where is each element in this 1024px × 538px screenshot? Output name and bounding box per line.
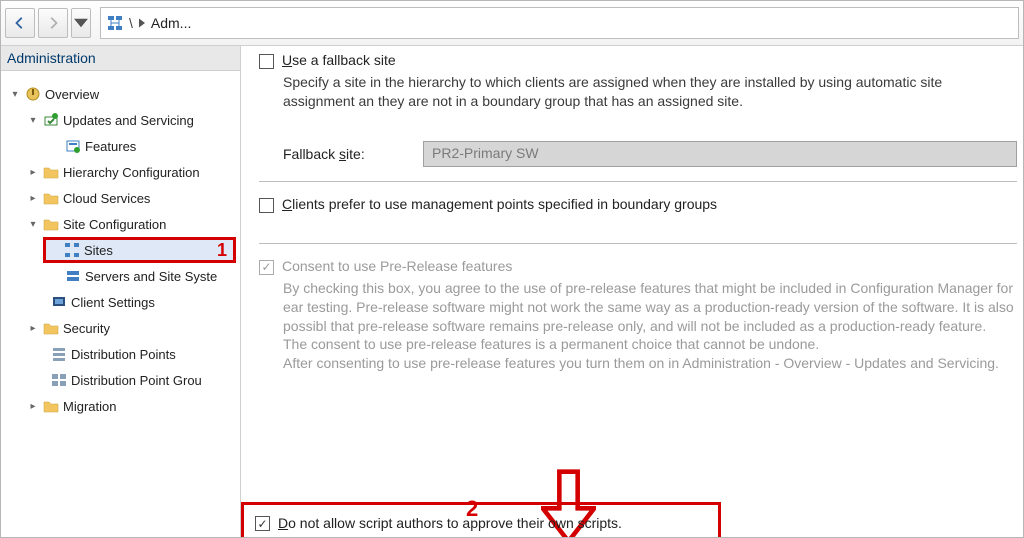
expand-icon[interactable]: ▸ (27, 400, 39, 412)
nav-header: Administration (1, 46, 240, 71)
site-hierarchy-icon (107, 15, 123, 31)
prerelease-p1: By checking this box, you agree to the u… (283, 279, 1017, 336)
chevron-right-icon (139, 18, 145, 28)
tree-label: Overview (45, 87, 99, 102)
tree-node-distgroups[interactable]: ▸ Distribution Point Grou (5, 367, 236, 393)
expand-icon[interactable]: ▸ (27, 166, 39, 178)
fallback-site-label: Use a fallback site (282, 52, 396, 68)
script-approval-label: Do not allow script authors to approve t… (278, 515, 622, 531)
dropdown-button[interactable] (71, 8, 91, 38)
tree-node-overview[interactable]: ▾ Overview (5, 81, 236, 107)
back-button[interactable] (5, 8, 35, 38)
client-settings-icon (51, 294, 67, 310)
folder-icon (43, 190, 59, 206)
expand-icon[interactable]: ▸ (27, 192, 39, 204)
folder-icon (43, 216, 59, 232)
tree-label: Features (85, 139, 136, 154)
tree-node-migration[interactable]: ▸ Migration (5, 393, 236, 419)
arrow-right-icon (46, 16, 60, 30)
tree-label: Client Settings (71, 295, 155, 310)
tree-label: Migration (63, 399, 116, 414)
chevron-down-icon (74, 16, 88, 30)
nav-tree: ▾ Overview ▾ Updates and Servicing ▸ Fea… (1, 71, 240, 423)
folder-icon (43, 320, 59, 336)
forward-button[interactable] (38, 8, 68, 38)
toolbar: \ Adm... (1, 1, 1023, 46)
tree-node-security[interactable]: ▸ Security (5, 315, 236, 341)
tree-node-distpoints[interactable]: ▸ Distribution Points (5, 341, 236, 367)
updates-icon (43, 112, 59, 128)
fallback-site-description: Specify a site in the hierarchy to which… (283, 73, 1017, 111)
fallback-site-dropdown[interactable]: PR2-Primary SW (423, 141, 1017, 167)
tree-label: Distribution Points (71, 347, 176, 362)
prerelease-checkbox-row: Consent to use Pre-Release features (259, 258, 1017, 275)
tree-label: Servers and Site Syste (85, 269, 217, 284)
tree-label: Distribution Point Grou (71, 373, 202, 388)
breadcrumb-separator: \ (129, 15, 133, 31)
separator (259, 243, 1017, 244)
fallback-site-checkbox-row: Use a fallback site (259, 52, 1017, 69)
tree-label: Hierarchy Configuration (63, 165, 200, 180)
tree-label: Sites (84, 243, 113, 258)
management-points-label: Clients prefer to use management points … (282, 196, 717, 212)
tree-node-hierarchy[interactable]: ▸ Hierarchy Configuration (5, 159, 236, 185)
prerelease-checkbox (259, 260, 274, 275)
fallback-site-checkbox[interactable] (259, 54, 274, 69)
separator (259, 181, 1017, 182)
breadcrumb[interactable]: \ Adm... (100, 7, 1019, 39)
tree-node-sites[interactable]: ▸ Sites 1 (43, 237, 236, 263)
tree-label: Updates and Servicing (63, 113, 194, 128)
annotation-1: 1 (217, 240, 227, 261)
tree-label: Site Configuration (63, 217, 166, 232)
overview-icon (25, 86, 41, 102)
distribution-groups-icon (51, 372, 67, 388)
prerelease-label: Consent to use Pre-Release features (282, 258, 512, 274)
tree-node-updates[interactable]: ▾ Updates and Servicing (5, 107, 236, 133)
script-approval-checkbox[interactable] (255, 516, 270, 531)
tree-label: Cloud Services (63, 191, 150, 206)
distribution-points-icon (51, 346, 67, 362)
tree-node-servers[interactable]: ▸ Servers and Site Syste (5, 263, 236, 289)
management-points-checkbox-row: Clients prefer to use management points … (259, 196, 1017, 213)
breadcrumb-text: Adm... (151, 15, 191, 31)
tree-node-clientsettings[interactable]: ▸ Client Settings (5, 289, 236, 315)
servers-icon (65, 268, 81, 284)
prerelease-p3: After consenting to use pre-release feat… (283, 354, 1017, 373)
management-points-checkbox[interactable] (259, 198, 274, 213)
collapse-icon[interactable]: ▾ (27, 218, 39, 230)
tree-label: Security (63, 321, 110, 336)
expand-icon[interactable]: ▸ (27, 322, 39, 334)
sidebar: Administration ▾ Overview ▾ Updates and … (1, 46, 241, 537)
folder-icon (43, 164, 59, 180)
collapse-icon[interactable]: ▾ (27, 114, 39, 126)
folder-icon (43, 398, 59, 414)
tree-node-features[interactable]: ▸ Features (5, 133, 236, 159)
script-approval-checkbox-row: Do not allow script authors to approve t… (255, 514, 622, 531)
fallback-site-field: Fallback site: PR2-Primary SW (283, 141, 1017, 167)
prerelease-p2: The consent to use pre-release features … (283, 335, 1017, 354)
fallback-site-field-label: Fallback site: (283, 146, 413, 162)
tree-node-siteconfig[interactable]: ▾ Site Configuration (5, 211, 236, 237)
collapse-icon[interactable]: ▾ (9, 88, 21, 100)
arrow-left-icon (13, 16, 27, 30)
prerelease-description: By checking this box, you agree to the u… (283, 279, 1017, 373)
main-panel: Use a fallback site Specify a site in th… (241, 46, 1023, 537)
sites-icon (64, 242, 80, 258)
features-icon (65, 138, 81, 154)
tree-node-cloud[interactable]: ▸ Cloud Services (5, 185, 236, 211)
